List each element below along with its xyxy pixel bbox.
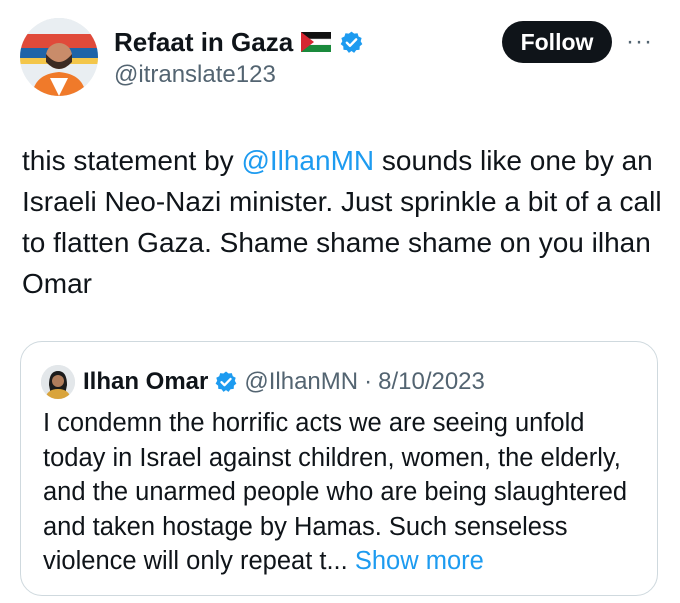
quoted-author-avatar[interactable]: [41, 365, 75, 399]
verified-badge-icon: [340, 31, 363, 53]
author-name-row: Refaat in Gaza: [114, 26, 364, 58]
follow-button[interactable]: Follow: [502, 21, 612, 63]
author-avatar-image: [20, 18, 98, 96]
tweet-text: this statement by @IlhanMN sounds like o…: [22, 140, 662, 304]
quoted-tweet-text: I condemn the horrific acts we are seein…: [43, 406, 643, 579]
tweet-text-before: this statement by: [22, 145, 242, 176]
quoted-tweet-date[interactable]: 8/10/2023: [378, 368, 485, 396]
palestine-flag-icon: [301, 32, 332, 52]
quoted-author-name[interactable]: Ilhan Omar: [83, 368, 208, 396]
more-options-icon[interactable]: ···: [626, 28, 653, 56]
quoted-meta-separator: ·: [364, 368, 373, 395]
quoted-tweet-card[interactable]: Ilhan Omar @IlhanMN · 8/10/2023 I condemn …: [20, 341, 658, 596]
quoted-tweet-body: I condemn the horrific acts we are seein…: [43, 409, 628, 575]
author-handle[interactable]: @itranslate123: [114, 60, 276, 90]
quoted-author-avatar-image: [41, 365, 75, 399]
quoted-verified-badge-icon: [215, 371, 237, 392]
show-more-link[interactable]: Show more: [355, 547, 484, 575]
mention-link[interactable]: @IlhanMN: [241, 145, 374, 176]
author-display-name[interactable]: Refaat in Gaza: [114, 26, 293, 58]
quoted-author-handle[interactable]: @IlhanMN: [244, 368, 358, 396]
author-avatar[interactable]: [20, 18, 98, 96]
quoted-tweet-header: Ilhan Omar @IlhanMN · 8/10/2023: [41, 365, 485, 399]
